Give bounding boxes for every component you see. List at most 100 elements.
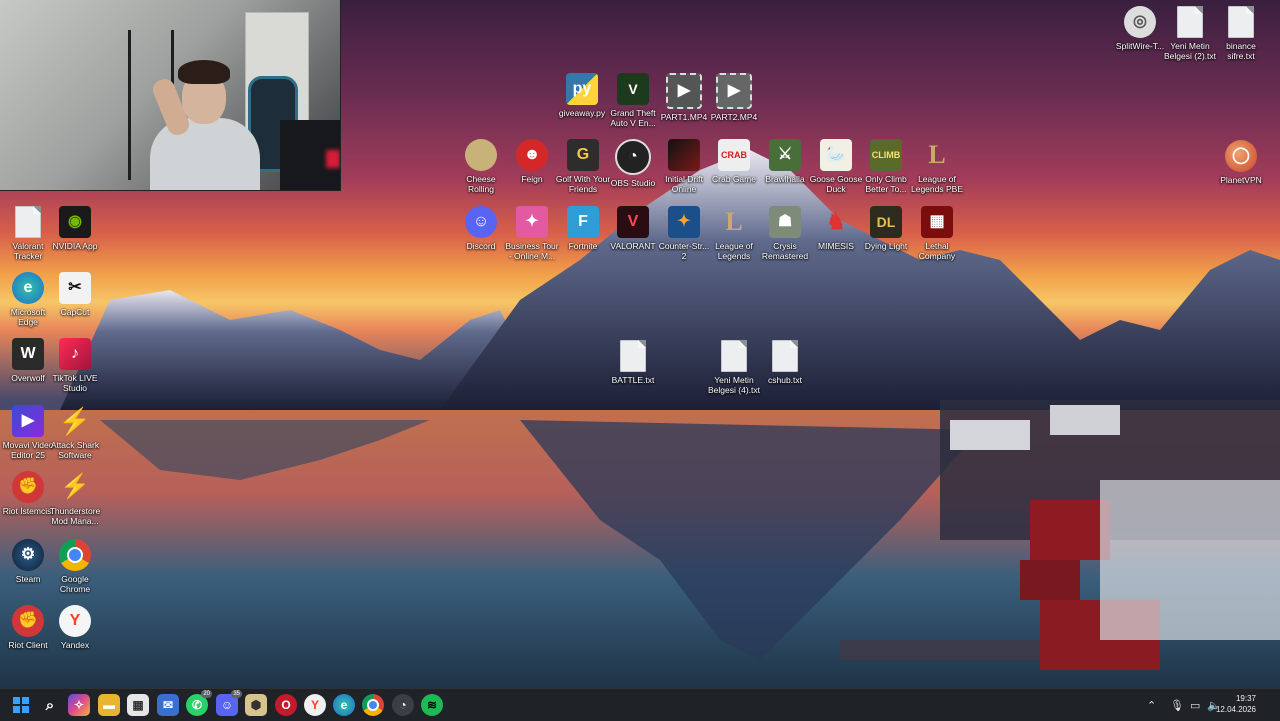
taskbar-edge[interactable]: e — [333, 694, 355, 716]
desktop-icon-gta-v[interactable]: V Grand Theft Auto V En... — [605, 73, 661, 128]
desktop-icon-label: PART2.MP4 — [710, 112, 758, 122]
desktop-icon-valorant[interactable]: V VALORANT — [605, 206, 661, 251]
desktop-icon-league-of-legends[interactable]: L League of Legends — [706, 206, 762, 262]
taskbar-clock[interactable]: 19:37 12.04.2026 — [1216, 693, 1256, 715]
desktop-icon-giveaway-py[interactable]: py giveaway.py — [554, 73, 610, 118]
desktop-icon-tiktok-live-studio[interactable]: ♪ TikTok LIVE Studio — [47, 338, 103, 393]
webcam-person-body — [150, 118, 260, 190]
desktop-icon-fortnite[interactable]: F Fortnite — [555, 206, 611, 251]
desktop-icon-label: Initial Drift Online — [665, 174, 703, 194]
desktop-icon-goose-goose-duck[interactable]: 🦢 Goose Goose Duck — [808, 139, 864, 194]
desktop-icon-label: Fortnite — [568, 241, 598, 251]
taskbar-file-explorer[interactable]: ▬ — [98, 694, 120, 716]
desktop-icon-discord[interactable]: ☺ Discord — [453, 206, 509, 251]
desktop-icon-nvidia-app[interactable]: ◉ NVIDIA App — [47, 206, 103, 251]
taskbar-whatsapp[interactable]: ✆ 20 — [186, 690, 212, 716]
desktop-icon-google-chrome[interactable]: Google Chrome — [47, 539, 103, 594]
capcut-icon: ✂ — [59, 272, 91, 304]
desktop-icon-yeni-metin-belgesi-2[interactable]: Yeni Metin Belgesi (2).txt — [1162, 6, 1218, 61]
desktop-icon-capcut[interactable]: ✂ CapCut — [47, 272, 103, 317]
desktop-icon-cshub-txt[interactable]: cshub.txt — [757, 340, 813, 385]
yandex-icon: Y — [59, 605, 91, 637]
desktop-icon-obs-studio[interactable]: ◔ OBS Studio — [605, 139, 661, 188]
desktop-icon-lol-pbe[interactable]: L League of Legends PBE — [909, 139, 965, 195]
desktop-icon-splitwire[interactable]: ◎ SplitWire-T... — [1112, 6, 1168, 51]
desktop-icon-label: Business Tour - Online M... — [505, 241, 559, 261]
file-icon — [1228, 6, 1254, 38]
desktop-icon-brawlhalla[interactable]: ⚔ Brawlhalla — [757, 139, 813, 184]
taskbar-mail[interactable]: ✉ — [157, 694, 179, 716]
desktop-icon-feign[interactable]: ☻ Feign — [504, 139, 560, 184]
riot-icon: ✊ — [12, 471, 44, 503]
clock-date: 12.04.2026 — [1215, 705, 1256, 714]
desktop-icon-label: Grand Theft Auto V En... — [610, 108, 656, 128]
tray-network[interactable]: ▭ — [1190, 689, 1200, 721]
mail-icon: ✉ — [162, 698, 174, 712]
windows-start-button[interactable] — [10, 694, 32, 716]
desktop-icon-counter-strike-2[interactable]: ✦ Counter-Str... 2 — [656, 206, 712, 261]
discord-badge: 35 — [231, 690, 242, 698]
file-icon — [721, 340, 747, 372]
desktop-icon-attack-shark[interactable]: ⚡ Attack Shark Software — [47, 405, 103, 460]
taskbar-search-button[interactable]: ⌕ — [39, 694, 61, 716]
gta-icon: V — [617, 73, 649, 105]
desktop-icon-battle-txt[interactable]: BATTLE.txt — [605, 340, 661, 385]
tray-overflow-button[interactable]: ⌃ — [1147, 689, 1156, 721]
lethal-company-icon: ▦ — [921, 206, 953, 238]
desktop-icon-label: cshub.txt — [767, 375, 803, 385]
desktop-icon-yeni-metin-belgesi-4[interactable]: Yeni Metin Belgesi (4).txt — [706, 340, 762, 395]
taskbar-yandex[interactable]: Y — [304, 694, 326, 716]
dying-light-icon: DL — [870, 206, 902, 238]
taskbar-microsoft-store[interactable]: ▦ — [127, 694, 149, 716]
desktop-icon-dying-light[interactable]: DL Dying Light — [858, 206, 914, 251]
desktop-icon-planetvpn[interactable]: ◯ PlanetVPN — [1213, 140, 1269, 185]
desktop-icon-label: Goose Goose Duck — [809, 174, 863, 194]
taskbar-copilot[interactable]: ✧ — [68, 694, 90, 716]
desktop-icon-label: PlanetVPN — [1220, 175, 1262, 185]
desktop-icon-thunderstore[interactable]: ⚡ Thunderstore Mod Mana... — [47, 471, 103, 527]
taskbar-opera-gx[interactable]: O — [275, 694, 297, 716]
taskbar-obs-studio[interactable]: ◔ — [392, 694, 414, 716]
desktop-icon-crysis-remastered[interactable]: ☗ Crysis Remastered — [757, 206, 813, 261]
store-icon: ▦ — [132, 698, 144, 712]
whatsapp-icon: ✆ — [191, 698, 203, 712]
goose-icon: 🦢 — [820, 139, 852, 171]
desktop-icon-only-climb[interactable]: CLIMB Only Climb Better To... — [858, 139, 914, 194]
desktop-icon-yandex[interactable]: Y Yandex — [47, 605, 103, 650]
desktop-icon-mimesis[interactable]: ♞ MIMESIS — [808, 206, 864, 252]
video-icon: ▶ — [666, 73, 702, 109]
business-tour-icon: ✦ — [516, 206, 548, 238]
desktop-icon-binance-sifre[interactable]: binance sifre.txt — [1213, 6, 1269, 61]
desktop-icon-golf-with-your-friends[interactable]: G Golf With Your Friends — [555, 139, 611, 194]
edge-icon: e — [340, 698, 348, 712]
taskbar-spotify[interactable]: ≋ — [421, 694, 443, 716]
file-icon — [620, 340, 646, 372]
desktop-icon-part2-mp4[interactable]: ▶ PART2.MP4 — [706, 73, 762, 122]
taskbar-app-shield[interactable]: ⬢ — [245, 694, 267, 716]
attack-shark-icon: ⚡ — [58, 406, 92, 436]
desktop-icon-label: Discord — [466, 241, 496, 251]
desktop-icon-business-tour[interactable]: ✦ Business Tour - Online M... — [504, 206, 560, 261]
desktop-icon-lethal-company[interactable]: ▦ Lethal Company — [909, 206, 965, 261]
desktop-icon-cheese-rolling[interactable]: Cheese Rolling — [453, 139, 509, 194]
desktop-icon-initial-drift-online[interactable]: Initial Drift Online — [656, 139, 712, 194]
climb-icon: CLIMB — [870, 139, 902, 171]
desktop-icon-part1-mp4[interactable]: ▶ PART1.MP4 — [656, 73, 712, 122]
desktop-icon-label: VALORANT — [610, 241, 656, 251]
network-icon: ▭ — [1190, 699, 1201, 712]
planetvpn-icon: ◯ — [1225, 140, 1257, 172]
desktop-icon-label: Thunderstore Mod Mana... — [49, 506, 101, 526]
desktop-icon-label: Cheese Rolling — [466, 174, 496, 194]
desktop-icon-label: Google Chrome — [59, 574, 91, 594]
crysis-icon: ☗ — [769, 206, 801, 238]
tray-microphone[interactable]: 🎙 — [1170, 689, 1184, 721]
desktop-icon-crab-game[interactable]: CRAB Crab Game — [706, 139, 762, 184]
taskbar-discord[interactable]: ☺ 35 — [216, 690, 242, 716]
shield-icon: ⬢ — [250, 698, 262, 712]
desktop-icon-label: Lethal Company — [918, 241, 956, 261]
desktop-icon-label: CapCut — [60, 307, 90, 317]
desktop-icon-label: Yeni Metin Belgesi (2).txt — [1164, 41, 1216, 61]
taskbar-chrome[interactable] — [362, 694, 384, 716]
cs2-icon: ✦ — [668, 206, 700, 238]
discord-icon: ☺ — [465, 206, 497, 238]
